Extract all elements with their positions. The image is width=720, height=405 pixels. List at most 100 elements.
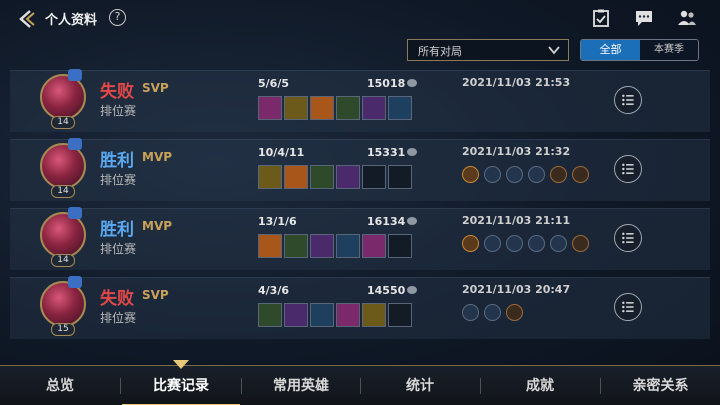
rune-icon	[572, 166, 589, 183]
help-icon[interactable]: ?	[109, 9, 126, 26]
empty-item-slot	[388, 234, 412, 258]
team-badge-icon	[68, 69, 82, 81]
match-row[interactable]: 14 胜利 MVP 排位赛 10/4/11 15331 2021/11/03 2…	[10, 138, 710, 201]
match-type-select[interactable]: 所有对局	[407, 39, 569, 61]
empty-item-slot	[388, 165, 412, 189]
coin-icon	[407, 148, 417, 156]
rune-icon	[506, 235, 523, 252]
gold-amount: 14550	[367, 284, 406, 297]
rune-icon	[550, 166, 567, 183]
item-icon	[310, 96, 334, 120]
rune-icon	[528, 235, 545, 252]
hero-level: 15	[51, 323, 75, 336]
item-icon	[336, 165, 360, 189]
item-icon	[362, 234, 386, 258]
match-result: 胜利	[100, 220, 134, 240]
match-row[interactable]: 14 胜利 MVP 排位赛 13/1/6 16134 2021/11/03 21…	[10, 207, 710, 270]
bottom-nav: 总览 比赛记录 常用英雄 统计 成就 亲密关系	[0, 360, 720, 405]
nav-overview[interactable]: 总览	[0, 366, 120, 405]
hero-level: 14	[51, 185, 75, 198]
coin-icon	[407, 217, 417, 225]
rune-icon	[462, 166, 479, 183]
chevron-down-icon	[548, 46, 560, 55]
nav-relationships[interactable]: 亲密关系	[601, 366, 720, 405]
gold-amount: 16134	[367, 215, 406, 228]
item-icon	[310, 165, 334, 189]
friends-icon[interactable]	[677, 9, 697, 27]
rune-icon	[506, 166, 523, 183]
item-icon	[258, 165, 282, 189]
match-detail-list-icon[interactable]	[614, 224, 642, 252]
toggle-season-button[interactable]: 本赛季	[640, 40, 698, 60]
item-icon	[284, 234, 308, 258]
match-mode: 排位赛	[100, 311, 137, 325]
match-result: 失败	[100, 289, 134, 309]
rune-icon	[506, 304, 523, 321]
match-mode: 排位赛	[100, 173, 137, 187]
honor-badge: MVP	[142, 219, 173, 233]
rune-icon	[462, 235, 479, 252]
honor-badge: SVP	[142, 288, 169, 302]
rune-icon	[484, 235, 501, 252]
honor-badge: SVP	[142, 81, 169, 95]
item-icon	[336, 303, 360, 327]
nav-stats[interactable]: 统计	[361, 366, 479, 405]
kda-score: 4/3/6	[258, 284, 289, 297]
page-title: 个人资料	[45, 13, 98, 28]
kda-score: 10/4/11	[258, 146, 305, 159]
match-date: 2021/11/03 21:11	[462, 214, 571, 227]
match-date: 2021/11/03 21:53	[462, 76, 571, 89]
back-arrow-icon[interactable]	[16, 8, 38, 30]
item-icon	[310, 234, 334, 258]
gold-amount: 15018	[367, 77, 406, 90]
rune-icon	[550, 235, 567, 252]
nav-heroes[interactable]: 常用英雄	[242, 366, 360, 405]
match-detail-list-icon[interactable]	[614, 293, 642, 321]
empty-item-slot	[388, 303, 412, 327]
match-row[interactable]: 15 失败 SVP 排位赛 4/3/6 14550 2021/11/03 20:…	[10, 276, 710, 339]
match-detail-list-icon[interactable]	[614, 155, 642, 183]
match-date: 2021/11/03 21:32	[462, 145, 571, 158]
rune-icon	[484, 304, 501, 321]
coin-icon	[407, 286, 417, 294]
item-icon	[362, 96, 386, 120]
match-row[interactable]: 14 失败 SVP 排位赛 5/6/5 15018 2021/11/03 21:…	[10, 69, 710, 132]
match-type-select-value: 所有对局	[418, 45, 462, 58]
chat-icon[interactable]	[634, 9, 654, 27]
rune-icon	[528, 166, 545, 183]
item-icon	[362, 303, 386, 327]
gold-amount: 15331	[367, 146, 406, 159]
match-result: 失败	[100, 82, 134, 102]
rune-icon	[484, 166, 501, 183]
item-icon	[336, 234, 360, 258]
nav-match-history[interactable]: 比赛记录	[121, 366, 241, 405]
item-icon	[310, 303, 334, 327]
item-icon	[284, 165, 308, 189]
hero-level: 14	[51, 254, 75, 267]
item-icon	[284, 303, 308, 327]
toggle-all-button[interactable]: 全部	[581, 40, 640, 60]
hero-level: 14	[51, 116, 75, 129]
item-icon	[336, 96, 360, 120]
match-date: 2021/11/03 20:47	[462, 283, 571, 296]
item-icon	[258, 96, 282, 120]
match-mode: 排位赛	[100, 104, 137, 118]
rune-icon	[572, 235, 589, 252]
kda-score: 13/1/6	[258, 215, 297, 228]
nav-achievements[interactable]: 成就	[481, 366, 599, 405]
match-detail-list-icon[interactable]	[614, 86, 642, 114]
team-badge-icon	[68, 207, 82, 219]
season-toggle: 全部 本赛季	[580, 39, 699, 61]
task-clipboard-icon[interactable]	[591, 9, 611, 27]
empty-item-slot	[362, 165, 386, 189]
item-icon	[258, 234, 282, 258]
kda-score: 5/6/5	[258, 77, 289, 90]
top-bar: 个人资料 ?	[0, 0, 720, 36]
item-icon	[258, 303, 282, 327]
rune-icon	[462, 304, 479, 321]
team-badge-icon	[68, 138, 82, 150]
team-badge-icon	[68, 276, 82, 288]
match-result: 胜利	[100, 151, 134, 171]
item-icon	[388, 96, 412, 120]
item-icon	[284, 96, 308, 120]
